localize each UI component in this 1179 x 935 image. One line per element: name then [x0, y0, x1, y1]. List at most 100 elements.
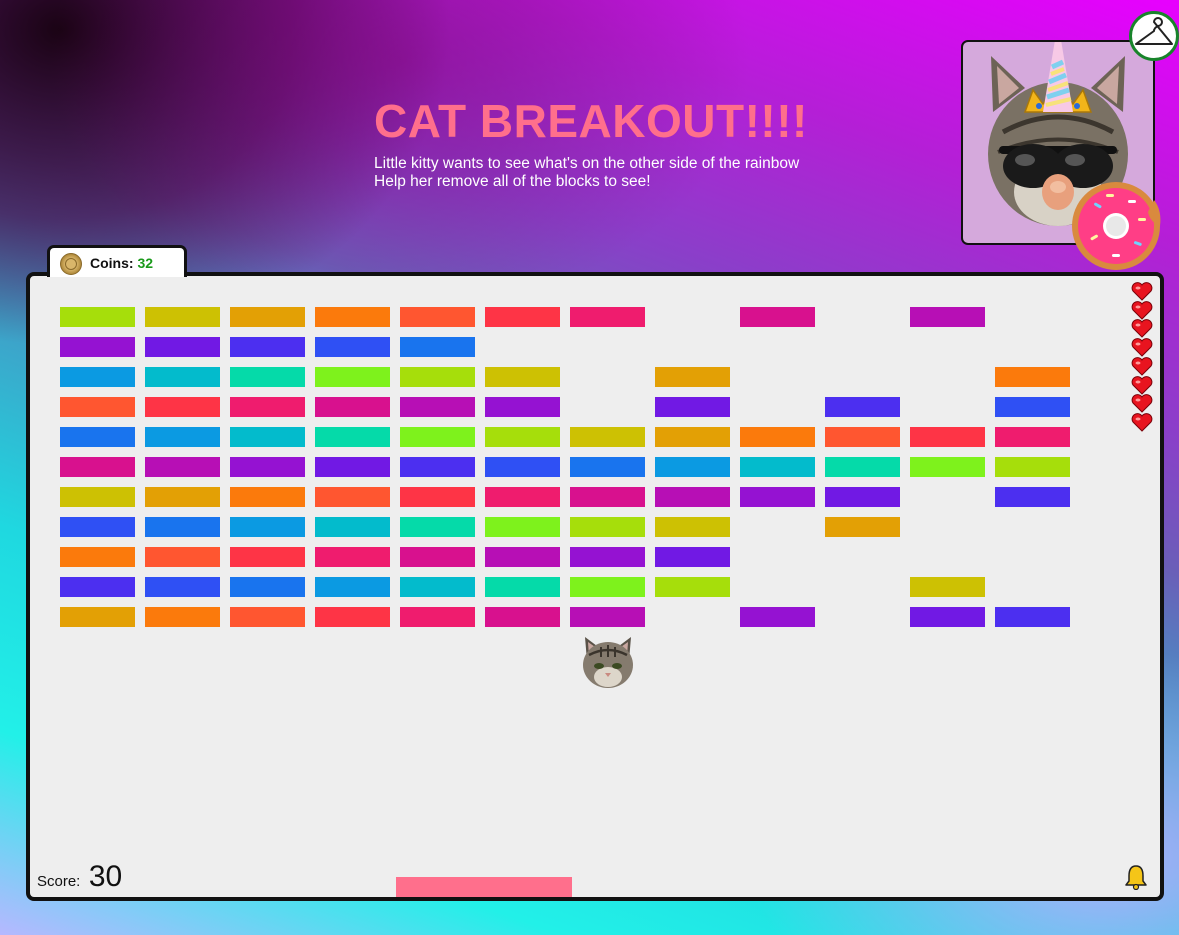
paddle[interactable]: [396, 877, 572, 897]
brick: [315, 397, 390, 417]
brick: [145, 517, 220, 537]
brick: [825, 517, 900, 537]
brick: [995, 487, 1070, 507]
brick: [995, 457, 1070, 477]
brick: [485, 307, 560, 327]
brick: [655, 547, 730, 567]
page-title: CAT BREAKOUT!!!!: [374, 95, 808, 147]
bell-icon: [1125, 865, 1147, 891]
brick: [655, 367, 730, 387]
brick: [145, 337, 220, 357]
brick: [825, 427, 900, 447]
brick: [655, 397, 730, 417]
brick: [400, 397, 475, 417]
brick: [145, 577, 220, 597]
brick: [655, 577, 730, 597]
heart-icon: [1131, 375, 1153, 395]
brick: [655, 457, 730, 477]
brick: [910, 457, 985, 477]
brick: [740, 427, 815, 447]
coin-icon: [60, 253, 82, 275]
donut-icon: [1072, 182, 1161, 270]
brick: [60, 367, 135, 387]
brick: [145, 307, 220, 327]
brick: [400, 517, 475, 537]
brick: [315, 517, 390, 537]
brick: [485, 547, 560, 567]
heart-icon: [1131, 300, 1153, 320]
brick: [485, 457, 560, 477]
brick: [995, 427, 1070, 447]
brick: [315, 367, 390, 387]
brick: [60, 487, 135, 507]
brick: [655, 517, 730, 537]
brick: [995, 367, 1070, 387]
game-board[interactable]: [26, 272, 1164, 901]
brick: [740, 307, 815, 327]
score-label: Score:: [37, 873, 81, 890]
coins-display: Coins: 32: [90, 255, 153, 271]
brick: [400, 577, 475, 597]
brick: [230, 607, 305, 627]
brick: [485, 607, 560, 627]
brick: [60, 547, 135, 567]
brick: [910, 427, 985, 447]
brick: [570, 577, 645, 597]
brick: [740, 457, 815, 477]
brick: [315, 487, 390, 507]
brick: [315, 307, 390, 327]
brick: [570, 307, 645, 327]
brick: [485, 577, 560, 597]
brick: [230, 307, 305, 327]
brick: [230, 397, 305, 417]
brick: [570, 427, 645, 447]
brick: [995, 607, 1070, 627]
brick: [910, 307, 985, 327]
page-subtitle: Little kitty wants to see what's on the …: [374, 155, 799, 191]
score-value: 30: [88, 860, 123, 893]
brick: [910, 607, 985, 627]
brick: [60, 577, 135, 597]
heart-icon: [1131, 318, 1153, 339]
brick: [145, 427, 220, 447]
coins-tab: Coins: 32: [47, 245, 187, 277]
brick: [570, 547, 645, 567]
brick: [60, 517, 135, 537]
brick: [230, 547, 305, 567]
brick: [145, 487, 220, 507]
brick: [400, 367, 475, 387]
brick: [400, 337, 475, 357]
coins-label: Coins:: [90, 255, 134, 271]
heart-icon: [1131, 393, 1153, 413]
brick: [825, 397, 900, 417]
brick: [485, 487, 560, 507]
cat-face-icon: [583, 637, 633, 688]
brick: [485, 367, 560, 387]
brick: [570, 487, 645, 507]
donut-button[interactable]: [1068, 180, 1168, 272]
brick: [60, 307, 135, 327]
brick: [740, 487, 815, 507]
brick: [230, 517, 305, 537]
brick: [60, 457, 135, 477]
sound-toggle[interactable]: [1124, 864, 1148, 891]
subtitle-line: Little kitty wants to see what's on the …: [374, 155, 800, 172]
brick: [570, 517, 645, 537]
brick: [570, 607, 645, 627]
brick: [400, 487, 475, 507]
brick: [485, 427, 560, 447]
brick: [145, 547, 220, 567]
brick: [230, 577, 305, 597]
score-display: Score: 30: [37, 860, 122, 894]
brick: [145, 607, 220, 627]
brick: [400, 427, 475, 447]
wardrobe-button[interactable]: [1129, 11, 1179, 61]
brick: [655, 427, 730, 447]
brick: [400, 307, 475, 327]
brick: [910, 577, 985, 597]
brick: [995, 397, 1070, 417]
brick: [655, 487, 730, 507]
brick: [315, 427, 390, 447]
brick: [230, 367, 305, 387]
brick: [145, 367, 220, 387]
